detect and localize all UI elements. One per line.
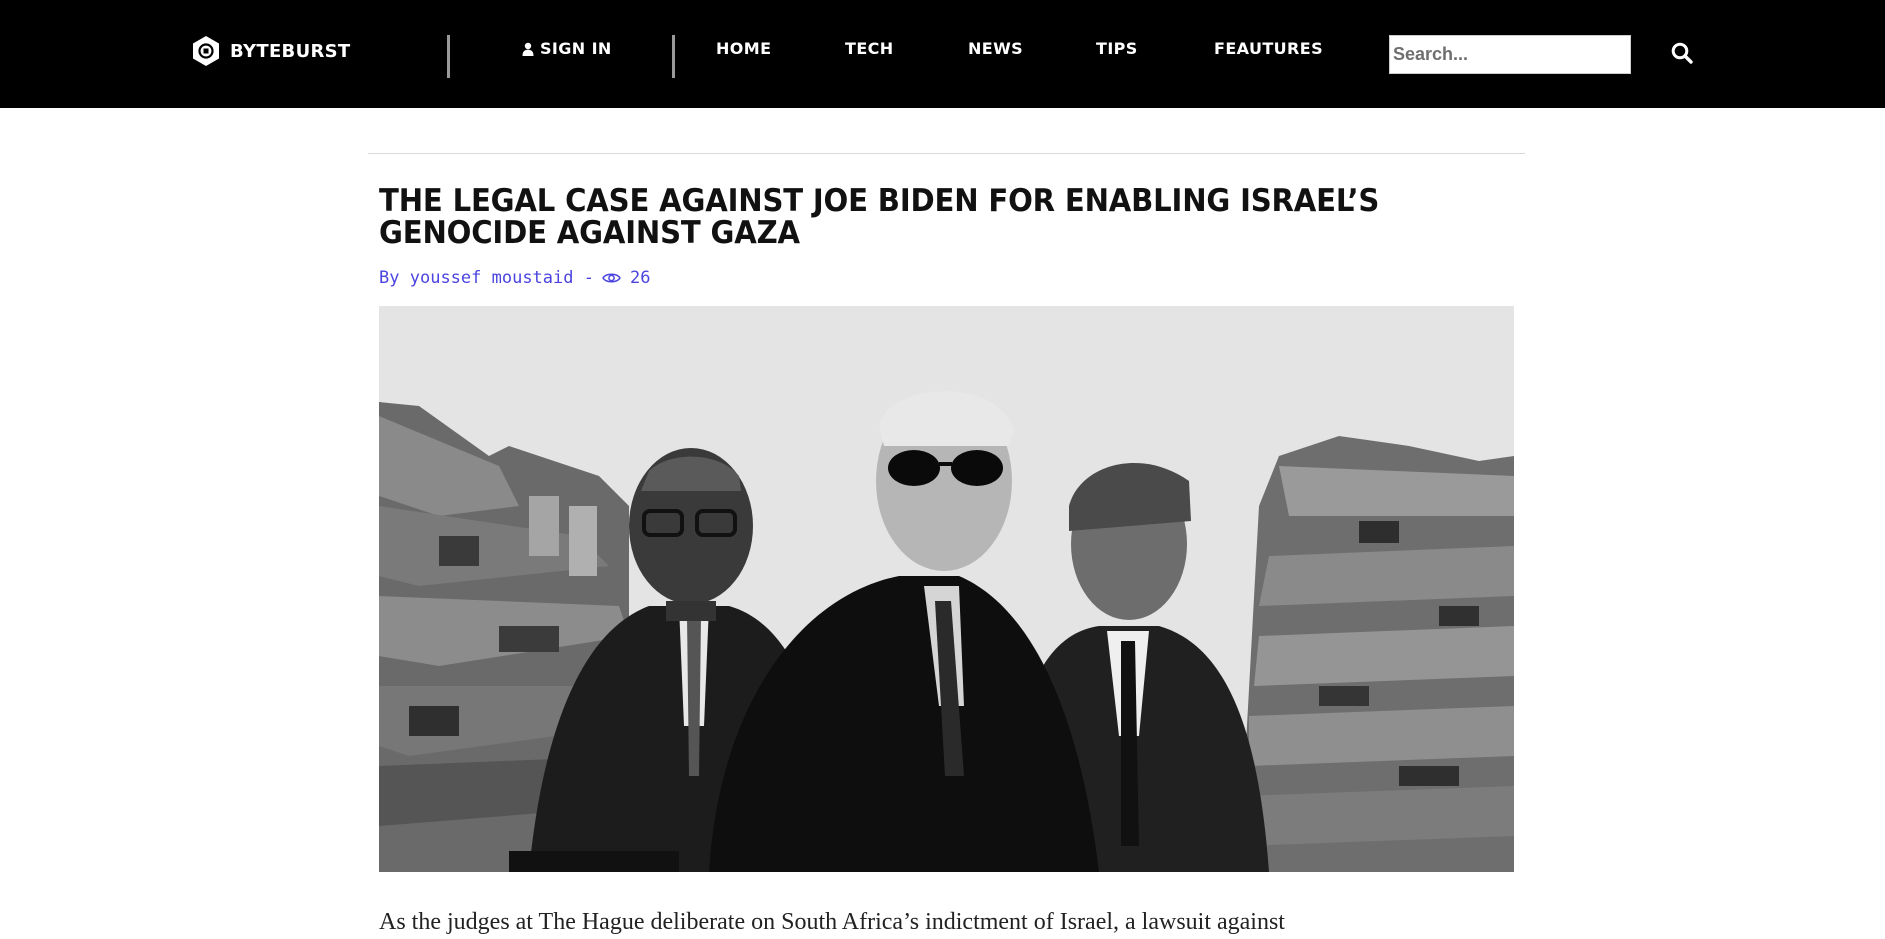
site-logo[interactable]: BYTEBURST bbox=[191, 35, 350, 67]
article-hero-image bbox=[379, 306, 1514, 872]
nav-divider bbox=[672, 35, 675, 78]
nav-tips[interactable]: TIPS bbox=[1096, 39, 1138, 58]
logo-hexagon-icon bbox=[193, 36, 219, 66]
article-title: THE LEGAL CASE AGAINST JOE BIDEN FOR ENA… bbox=[379, 183, 1380, 251]
view-count: 26 bbox=[630, 268, 651, 288]
nav-divider bbox=[447, 35, 450, 78]
nav-features[interactable]: FEAUTURES bbox=[1214, 39, 1323, 58]
sign-in-label: SIGN IN bbox=[540, 39, 612, 58]
ruined-building-right bbox=[1239, 436, 1514, 872]
search-icon[interactable] bbox=[1670, 41, 1694, 65]
logo-text: BYTEBURST bbox=[230, 40, 351, 62]
eye-icon bbox=[602, 273, 621, 283]
article-first-paragraph: As the judges at The Hague deliberate on… bbox=[379, 909, 1285, 935]
search-input[interactable] bbox=[1389, 35, 1631, 74]
top-navigation-bar: BYTEBURST SIGN IN HOME TECH NEWS TIPS FE… bbox=[0, 0, 1885, 108]
podium bbox=[509, 851, 679, 872]
divider-line bbox=[368, 153, 1525, 154]
author-link[interactable]: youssef moustaid bbox=[410, 268, 574, 288]
nav-tech[interactable]: TECH bbox=[845, 39, 894, 58]
sign-in-link[interactable]: SIGN IN bbox=[522, 39, 612, 58]
article-byline: By youssef moustaid - 26 bbox=[379, 268, 650, 288]
hero-illustration bbox=[379, 306, 1514, 872]
nav-home[interactable]: HOME bbox=[716, 39, 771, 58]
byline-separator: - bbox=[583, 268, 594, 288]
byline-prefix: By bbox=[379, 268, 400, 288]
nav-news[interactable]: NEWS bbox=[968, 39, 1023, 58]
user-icon bbox=[522, 42, 534, 56]
